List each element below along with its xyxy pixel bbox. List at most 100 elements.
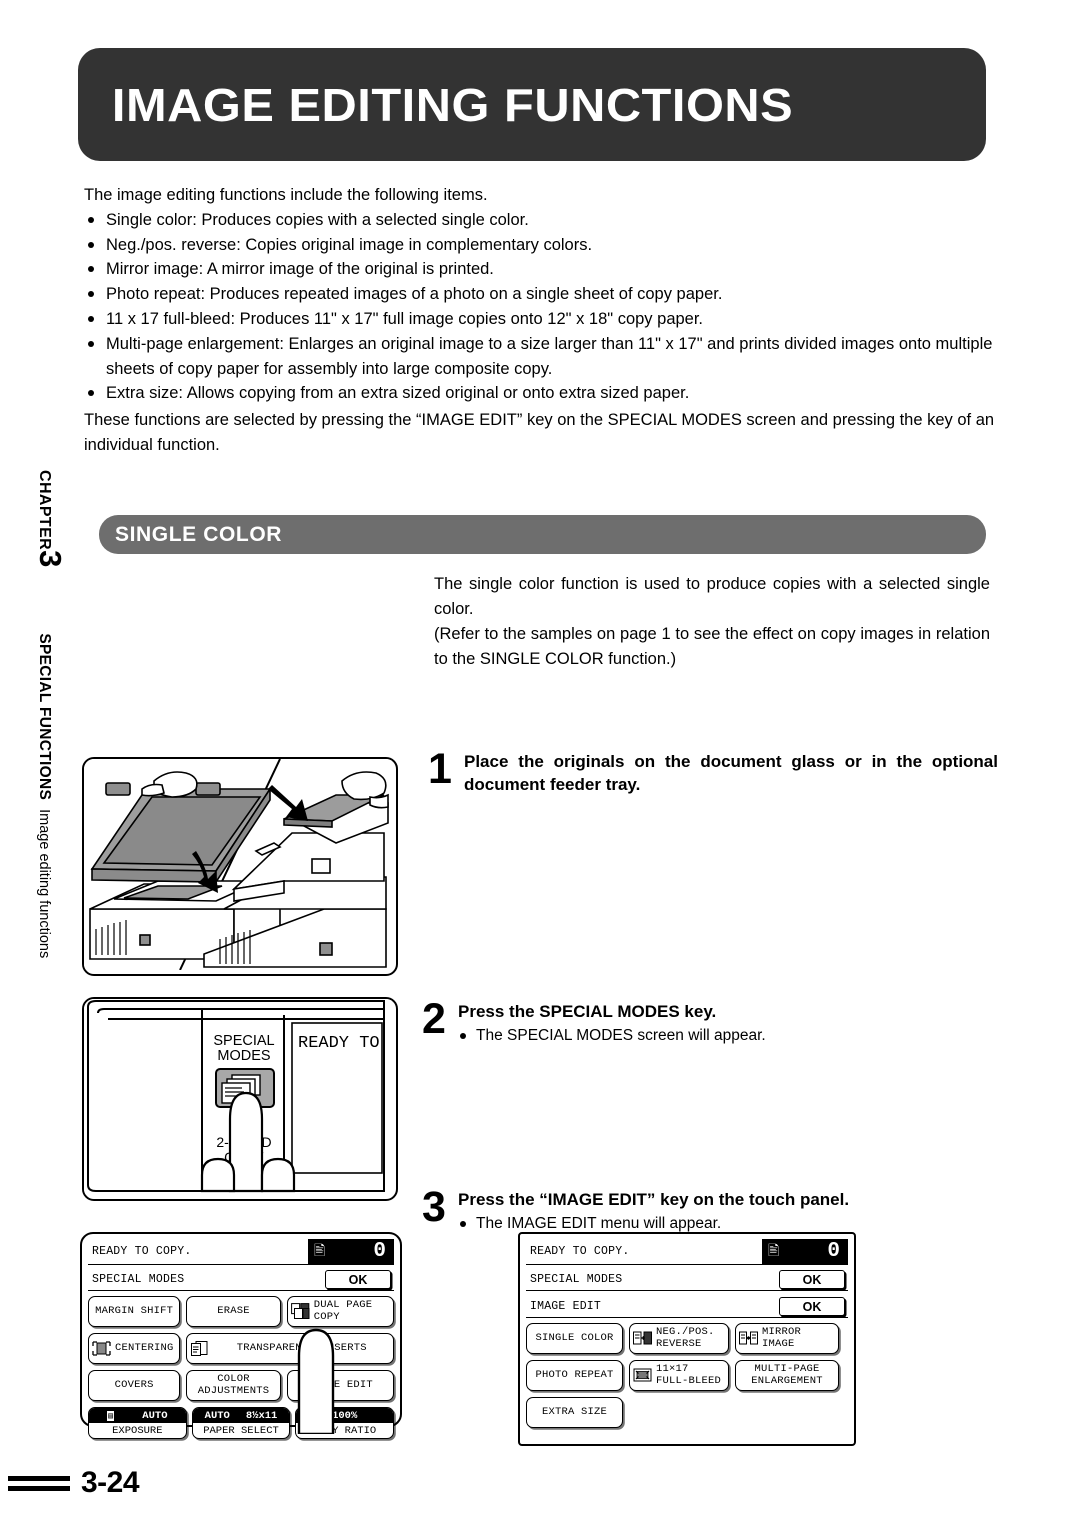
key-erase[interactable]: ERASE	[186, 1296, 281, 1327]
paper-label: PAPER SELECT	[203, 1424, 279, 1437]
lcd-special-modes-screen[interactable]: READY TO COPY. 🖹 0 SPECIAL MODES OK MARG…	[80, 1232, 402, 1439]
ratio-label: COPY RATIO	[313, 1424, 377, 1437]
step-number: 1	[428, 745, 452, 793]
panel-key-label-line2: MODES	[217, 1048, 270, 1064]
key-covers[interactable]: COVERS	[88, 1370, 181, 1401]
step-2: 2 Press the SPECIAL MODES key. The SPECI…	[422, 995, 982, 1047]
copier-diagram-svg	[84, 759, 392, 971]
step-note-text: The IMAGE EDIT menu will appear.	[476, 1215, 722, 1232]
ok-button[interactable]: OK	[325, 1270, 391, 1289]
copy-count: 0	[827, 1240, 840, 1263]
section-heading-banner: SINGLE COLOR	[99, 515, 986, 554]
chapter-rail: CHAPTER 3 SPECIAL FUNCTIONS Image editin…	[26, 470, 68, 990]
panel-diagram-svg: SPECIAL MODES 2-SIDED COPY READY TO	[84, 999, 392, 1195]
list-item: Extra size: Allows copying from an extra…	[84, 381, 1019, 406]
bullet-dot-icon	[88, 315, 94, 322]
copies-icon: 🖹	[768, 1243, 780, 1260]
paper-top: AUTO 8½x11	[192, 1408, 290, 1423]
rail-section-name: SPECIAL FUNCTIONS	[36, 633, 53, 801]
list-item-text: 11 x 17 full-bleed: Produces 11" x 17" f…	[106, 309, 704, 328]
lcd-key-row-2: CENTERING TRANSPARENCY INSERTS	[88, 1333, 394, 1364]
exposure-top: ▤ AUTO	[89, 1408, 186, 1423]
negpos-icon	[633, 1330, 652, 1347]
lcd-key-row-3: EXTRA SIZE	[526, 1397, 848, 1428]
lcd-header-label: SPECIAL MODES	[92, 1273, 185, 1286]
rail-subsection-name: Image editing functions	[36, 809, 52, 959]
transparency-icon	[190, 1340, 209, 1357]
key-label: 11×17 FULL-BLEED	[656, 1363, 722, 1387]
lcd-header-special-modes: SPECIAL MODES OK	[526, 1269, 848, 1291]
page-title: IMAGE EDITING FUNCTIONS	[111, 78, 794, 131]
key-label: DUAL PAGE COPY	[313, 1299, 373, 1323]
paper-size: 8½x11	[245, 1409, 278, 1422]
list-item-text: Single color: Produces copies with a sel…	[106, 210, 529, 229]
ratio-top: 100%	[296, 1408, 394, 1423]
key-photo-repeat[interactable]: PHOTO REPEAT	[526, 1360, 623, 1391]
copies-icon: 🖹	[314, 1243, 326, 1260]
lcd-topbar: READY TO COPY. 🖹 0	[88, 1239, 394, 1265]
key-dual-page-copy[interactable]: DUAL PAGE COPY	[286, 1296, 394, 1327]
lcd-status-text: READY TO COPY.	[530, 1245, 630, 1258]
bullet-dot-icon	[460, 1221, 466, 1227]
key-paper-select[interactable]: AUTO 8½x11 PAPER SELECT	[191, 1407, 291, 1439]
lcd-header-label: SPECIAL MODES	[530, 1273, 623, 1286]
intro-bullet-list: Single color: Produces copies with a sel…	[84, 208, 1019, 406]
intro-paragraph: These functions are selected by pressing…	[84, 411, 995, 454]
key-neg-pos-reverse[interactable]: NEG./POS. REVERSE	[629, 1323, 729, 1354]
fullbleed-icon	[633, 1367, 652, 1384]
bullet-dot-icon	[88, 216, 94, 223]
exposure-icon: ▤	[107, 1410, 114, 1421]
lcd-image-edit-screen[interactable]: READY TO COPY. 🖹 0 SPECIAL MODES OK IMAG…	[518, 1232, 856, 1446]
intro-lead: The image editing functions include the …	[84, 186, 488, 204]
lcd-bottom-row: ▤ AUTO EXPOSURE AUTO 8½x11 PAPER SELECT 10…	[88, 1407, 395, 1439]
lcd-key-row-2: PHOTO REPEAT 11×17 FULL-BLEED MULTI-PAGE…	[526, 1360, 848, 1391]
operation-panel-illustration: SPECIAL MODES 2-SIDED COPY READY TO	[82, 997, 398, 1201]
ok-button-image-edit[interactable]: OK	[779, 1297, 845, 1316]
lcd-subheader-label: IMAGE EDIT	[530, 1300, 602, 1313]
step-number: 2	[422, 995, 446, 1043]
key-label: NEG./POS. REVERSE	[656, 1326, 715, 1350]
step-number: 3	[422, 1183, 446, 1231]
list-item: 11 x 17 full-bleed: Produces 11" x 17" f…	[84, 307, 1019, 332]
step-note: The SPECIAL MODES screen will appear.	[458, 1025, 982, 1047]
chapter-label: CHAPTER	[36, 470, 53, 551]
step-note-text: The SPECIAL MODES screen will appear.	[476, 1027, 766, 1044]
lcd-key-row-1: MARGIN SHIFT ERASE DUAL PAGE COPY	[88, 1296, 394, 1327]
step-1: 1 Place the originals on the document gl…	[428, 745, 998, 796]
key-transparency-inserts[interactable]: TRANSPARENCY INSERTS	[186, 1333, 394, 1364]
key-multi-page-enlargement[interactable]: MULTI-PAGE ENLARGEMENT	[735, 1360, 839, 1391]
lcd-copy-counter: 🖹 0	[308, 1239, 394, 1264]
key-margin-shift[interactable]: MARGIN SHIFT	[88, 1296, 181, 1327]
list-item: Multi-page enlargement: Enlarges an orig…	[84, 332, 1019, 382]
list-item-text: Photo repeat: Produces repeated images o…	[106, 285, 723, 304]
page-footer: 3-24	[8, 1466, 140, 1500]
list-item: Neg./pos. reverse: Copies original image…	[84, 233, 1019, 258]
mirror-icon	[739, 1330, 758, 1347]
lcd-key-row-3: COVERS COLOR ADJUSTMENTS IMAGE EDIT	[88, 1370, 394, 1401]
key-11x17-full-bleed[interactable]: 11×17 FULL-BLEED	[629, 1360, 729, 1391]
lcd-status-text: READY TO COPY.	[92, 1245, 192, 1258]
bullet-dot-icon	[460, 1033, 466, 1039]
ok-button-special-modes[interactable]: OK	[779, 1270, 845, 1289]
key-exposure[interactable]: ▤ AUTO EXPOSURE	[88, 1407, 187, 1439]
chapter-number: 3	[33, 550, 68, 568]
key-label: MIRROR IMAGE	[762, 1326, 802, 1350]
step-3: 3 Press the “IMAGE EDIT” key on the touc…	[422, 1183, 982, 1235]
page-title-banner: IMAGE EDITING FUNCTIONS	[78, 48, 986, 161]
key-image-edit[interactable]: IMAGE EDIT	[286, 1370, 394, 1401]
key-centering[interactable]: CENTERING	[88, 1333, 181, 1364]
key-single-color[interactable]: SINGLE COLOR	[526, 1323, 623, 1354]
key-extra-size[interactable]: EXTRA SIZE	[526, 1397, 623, 1428]
key-label: TRANSPARENCY INSERTS	[236, 1341, 367, 1354]
step-title: Press the “IMAGE EDIT” key on the touch …	[458, 1190, 850, 1209]
key-copy-ratio[interactable]: 100% COPY RATIO	[295, 1407, 395, 1439]
ratio-value: 100%	[332, 1409, 358, 1422]
key-mirror-image[interactable]: MIRROR IMAGE	[735, 1323, 839, 1354]
section-description: The single color function is used to pro…	[434, 575, 990, 668]
exposure-label: EXPOSURE	[112, 1424, 163, 1437]
key-label: CENTERING	[115, 1341, 174, 1354]
bullet-dot-icon	[88, 291, 94, 298]
step-title: Press the SPECIAL MODES key.	[458, 1002, 717, 1021]
list-item-text: Extra size: Allows copying from an extra…	[106, 384, 690, 403]
key-color-adjustments[interactable]: COLOR ADJUSTMENTS	[186, 1370, 281, 1401]
